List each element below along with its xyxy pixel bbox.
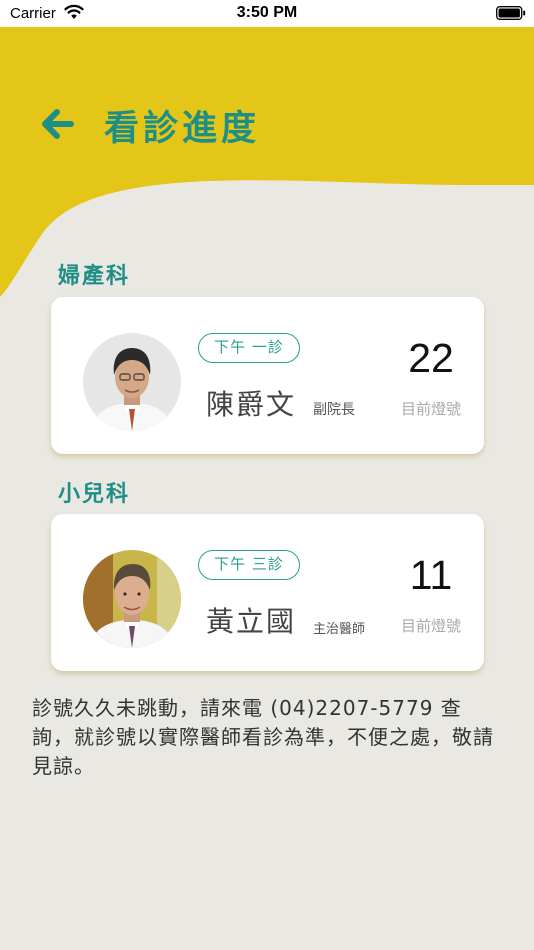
back-button[interactable] bbox=[40, 106, 76, 142]
current-number: 11 bbox=[409, 552, 453, 598]
doctor-name: 黃立國 bbox=[206, 605, 297, 638]
battery-icon bbox=[496, 6, 526, 20]
doctor-avatar bbox=[83, 333, 181, 431]
arrow-left-icon bbox=[42, 109, 74, 139]
department-title: 小兒科 bbox=[58, 482, 131, 507]
status-time: 3:50 PM bbox=[236, 4, 298, 21]
current-number: 22 bbox=[408, 335, 454, 381]
doctor-avatar bbox=[83, 550, 181, 648]
page-title: 看診進度 bbox=[104, 109, 261, 149]
current-number-label: 目前燈號 bbox=[400, 617, 461, 635]
notice-text: 診號久久未跳動，請來電 (04)2207-5779 查詢，就診號以實際醫師看診為… bbox=[32, 696, 494, 778]
doctor-card[interactable]: 下午 一診 陳爵文 副院長 22 目前燈號 bbox=[51, 297, 484, 454]
doctor-card[interactable]: 下午 三診 黃立國 主治醫師 11 目前燈號 bbox=[51, 514, 484, 671]
doctor-title: 副院長 bbox=[313, 402, 355, 418]
doctor-name: 陳爵文 bbox=[206, 388, 297, 421]
current-number-label: 目前燈號 bbox=[400, 400, 461, 418]
department-title: 婦產科 bbox=[58, 264, 131, 289]
status-bar: Carrier 3:50 PM bbox=[0, 0, 534, 27]
doctor-title: 主治醫師 bbox=[313, 622, 366, 637]
session-badge: 下午 一診 bbox=[198, 333, 300, 363]
session-badge: 下午 三診 bbox=[198, 550, 300, 580]
